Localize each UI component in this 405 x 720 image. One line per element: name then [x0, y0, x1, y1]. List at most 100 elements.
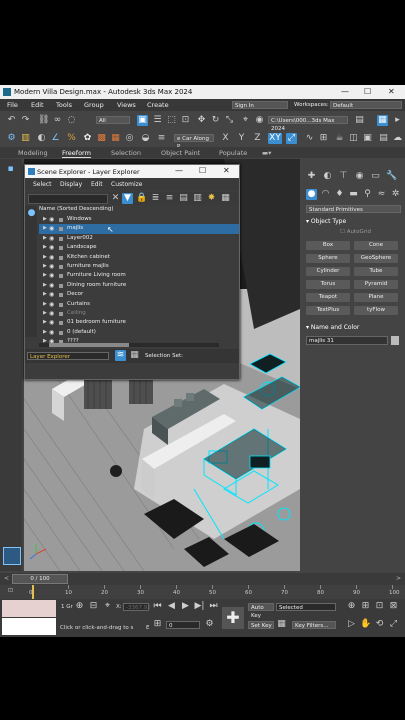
key-filter-icon[interactable]: ▦: [276, 619, 287, 630]
bind-spacewarp-icon[interactable]: ◌: [66, 115, 77, 126]
select-by-name-icon[interactable]: ☰: [152, 115, 163, 126]
mini-curve-editor-icon[interactable]: ⊡: [8, 587, 13, 594]
utilities-tab-icon[interactable]: 🔧: [386, 171, 397, 182]
link-icon[interactable]: ⛓: [38, 115, 49, 126]
helpers-icon[interactable]: ⚲: [362, 189, 373, 200]
systems-icon[interactable]: ✲: [390, 189, 401, 200]
expand-arrow-icon[interactable]: ▶: [43, 243, 47, 252]
cameras-icon[interactable]: ▬: [348, 189, 359, 200]
tab-object-paint[interactable]: Object Paint: [161, 149, 200, 157]
track-bar[interactable]: ⊡ 0 10 20 30 40 50 60 70 80 90 100: [0, 585, 405, 599]
expand-arrow-icon[interactable]: ▶: [43, 300, 47, 309]
sign-in-dropdown[interactable]: Sign In: [232, 101, 288, 109]
axis-constraint-icon[interactable]: ⤢: [286, 133, 297, 144]
modifier-list-icon[interactable]: ≡: [156, 133, 167, 144]
key-set-dropdown[interactable]: Selected: [276, 603, 336, 611]
pivot-icon[interactable]: ◉: [254, 115, 265, 126]
geosphere-button[interactable]: GeoSphere: [354, 254, 398, 263]
explorer-minimize-icon[interactable]: —: [175, 166, 183, 175]
maxscript-listener-white[interactable]: [2, 618, 56, 635]
layer-row[interactable]: ▶ ◉ 01 bedroom furniture: [39, 318, 239, 327]
project-path-dropdown[interactable]: C:\Users\000...3ds Max 2024: [268, 116, 348, 132]
next-frame-icon[interactable]: ▶|: [194, 601, 205, 612]
visibility-eye-icon[interactable]: ◉: [49, 234, 54, 243]
set-key-button[interactable]: Set Key: [248, 621, 274, 629]
lock-selection-icon[interactable]: ⊟: [88, 601, 99, 612]
visibility-eye-icon[interactable]: ◉: [49, 243, 54, 252]
tyflow-button[interactable]: tyFlow: [354, 306, 398, 315]
fov-icon[interactable]: ▷: [346, 619, 357, 630]
material-editor-icon[interactable]: ✿: [82, 133, 93, 144]
maximize-viewport-icon[interactable]: ⤢: [388, 619, 399, 630]
visibility-eye-icon[interactable]: ◉: [49, 318, 54, 327]
render-setup-icon[interactable]: ▩: [96, 133, 107, 144]
layer-tool-2-icon[interactable]: ≡: [164, 193, 175, 204]
orbit-icon[interactable]: ⟲: [374, 619, 385, 630]
select-move-icon[interactable]: ✥: [196, 115, 207, 126]
key-filters-button[interactable]: Key Filters...: [292, 621, 336, 629]
isolate-icon[interactable]: ⊕: [74, 601, 85, 612]
torus-button[interactable]: Torus: [306, 280, 350, 289]
expand-arrow-icon[interactable]: ▶: [43, 309, 47, 318]
maximize-icon[interactable]: ☐: [364, 87, 371, 96]
zoom-extents-all-icon[interactable]: ⊠: [388, 601, 399, 612]
spacewarps-icon[interactable]: ≈: [376, 189, 387, 200]
layer-tool-4-icon[interactable]: ▥: [192, 193, 203, 204]
explorer-pin-icon[interactable]: ▪: [5, 164, 16, 175]
render-production-icon[interactable]: ▤: [378, 133, 389, 144]
object-name-field[interactable]: majlis 31: [306, 336, 388, 345]
layer-explorer-mode-icon[interactable]: ≋: [115, 350, 126, 361]
camera-icon[interactable]: ▣: [362, 133, 373, 144]
pyramid-button[interactable]: Pyramid: [354, 280, 398, 289]
render-cloud-icon[interactable]: ☁: [392, 133, 403, 144]
shapes-icon[interactable]: ◠: [320, 189, 331, 200]
expand-arrow-icon[interactable]: ▶: [43, 262, 47, 271]
explorer-menu-select[interactable]: Select: [33, 181, 52, 188]
tab-freeform[interactable]: Freeform: [62, 149, 91, 158]
expand-arrow-icon[interactable]: ▶: [43, 290, 47, 299]
x-coord-field[interactable]: -3367.92: [123, 603, 151, 611]
display-objects-icon[interactable]: ●: [26, 208, 37, 219]
layer-row[interactable]: ▶ ◉ Decor: [39, 290, 239, 299]
menu-group[interactable]: Group: [84, 101, 104, 109]
textplus-button[interactable]: TextPlus: [306, 306, 350, 315]
create-tab-icon[interactable]: ✚: [306, 171, 317, 182]
menu-views[interactable]: Views: [117, 101, 136, 109]
selection-filter-dropdown[interactable]: All: [96, 116, 130, 124]
hierarchy-tab-icon[interactable]: ⊤: [338, 171, 349, 182]
explorer-search-input[interactable]: [28, 194, 108, 204]
rendered-frame-icon[interactable]: ▦: [110, 133, 121, 144]
expand-arrow-icon[interactable]: ▶: [43, 215, 47, 224]
select-rotate-icon[interactable]: ↻: [210, 115, 221, 126]
percent-snap-icon[interactable]: %: [66, 133, 77, 144]
column-header[interactable]: Name (Sorted Descending): [39, 205, 239, 214]
previous-frame-icon[interactable]: ◀: [166, 601, 177, 612]
layer-tool-5-icon[interactable]: ✸: [206, 193, 217, 204]
expand-arrow-icon[interactable]: ▶: [43, 224, 47, 233]
maxscript-listener-pink[interactable]: [2, 600, 56, 617]
explorer-type-dropdown[interactable]: Layer Explorer: [27, 352, 109, 360]
time-slider[interactable]: < 0 / 100 >: [0, 573, 405, 585]
render-frame-window-icon[interactable]: ◫: [348, 133, 359, 144]
layer-row[interactable]: ▶ ◉ majlis: [39, 224, 239, 234]
key-mode-icon[interactable]: ⊞: [152, 619, 163, 630]
menu-create[interactable]: Create: [147, 101, 169, 109]
visibility-eye-icon[interactable]: ◉: [49, 309, 54, 318]
visibility-eye-icon[interactable]: ◉: [49, 262, 54, 271]
schematic-view-icon[interactable]: ⊞: [318, 133, 329, 144]
layer-row[interactable]: ▶ ◉ Layer002: [39, 234, 239, 243]
select-object-icon[interactable]: ▣: [137, 115, 148, 126]
autogrid-checkbox[interactable]: ☐ AutoGrid: [340, 229, 371, 235]
time-config-icon[interactable]: ⚙: [204, 619, 215, 630]
lock-icon[interactable]: 🔒: [136, 193, 147, 204]
axis-xy-button[interactable]: XY: [268, 133, 282, 144]
primitive-category-dropdown[interactable]: Standard Primitives: [306, 205, 401, 213]
layer-tool-3-icon[interactable]: ▤: [178, 193, 189, 204]
explorer-maximize-icon[interactable]: ☐: [199, 166, 206, 175]
undo-icon[interactable]: ↶: [6, 115, 17, 126]
minimize-icon[interactable]: —: [341, 87, 349, 96]
zoom-all-icon[interactable]: ⊞: [360, 601, 371, 612]
go-to-end-icon[interactable]: ⏭: [208, 601, 219, 612]
set-key-big-button[interactable]: ✚: [222, 607, 244, 629]
visibility-eye-icon[interactable]: ◉: [49, 290, 54, 299]
